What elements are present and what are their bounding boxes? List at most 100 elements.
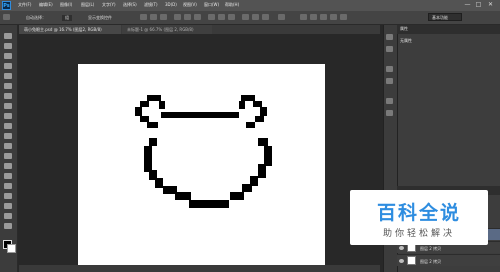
- auto-select-dropdown[interactable]: 组: [62, 15, 72, 21]
- layer-name: 图层 2 拷贝: [420, 246, 442, 251]
- menu-3d[interactable]: 3D(D): [165, 2, 177, 7]
- brush-tool-icon[interactable]: [4, 103, 12, 109]
- align-top-icon[interactable]: [140, 14, 147, 20]
- align-middle-icon[interactable]: [150, 14, 157, 20]
- pixel-stroke: [144, 146, 152, 172]
- pixel-stroke: [246, 122, 255, 128]
- hand-tool-icon[interactable]: [4, 213, 12, 219]
- align-right-icon[interactable]: [194, 14, 201, 20]
- pixel-stroke: [258, 138, 268, 146]
- document-canvas[interactable]: [78, 64, 325, 272]
- show-transform-checkbox[interactable]: 显示变换控件: [88, 15, 112, 21]
- panel-header: [397, 25, 500, 34]
- distribute-right-icon[interactable]: [262, 14, 269, 20]
- distribute-top-icon[interactable]: [208, 14, 215, 20]
- tab-properties[interactable]: 属性: [400, 26, 408, 32]
- pixel-stroke: [230, 192, 244, 200]
- watermark-title: 百科全说: [376, 202, 461, 224]
- menu-image[interactable]: 图像(I): [60, 2, 72, 8]
- options-bar: [0, 11, 500, 25]
- brush-panel-icon[interactable]: [386, 98, 393, 104]
- healing-brush-tool-icon[interactable]: [4, 93, 12, 99]
- pixel-stroke: [149, 138, 157, 146]
- distribute-middle-icon[interactable]: [218, 14, 225, 20]
- type-tool-icon[interactable]: [4, 183, 12, 189]
- pixel-stroke: [239, 101, 245, 109]
- maximize-icon[interactable]: □: [474, 1, 483, 9]
- pixel-stroke: [175, 192, 191, 200]
- auto-align-icon[interactable]: [278, 14, 285, 20]
- blur-tool-icon[interactable]: [4, 153, 12, 159]
- tab-document-1[interactable]: 萌小兔眼主.psd @ 16.7% (图层2, RGB/8): [19, 25, 121, 34]
- pixel-stroke: [161, 112, 239, 118]
- 3d-pan-icon[interactable]: [320, 14, 327, 20]
- menu-edit[interactable]: 编辑(E): [39, 2, 53, 8]
- watermark-subtitle: 助你轻松解决: [382, 229, 455, 239]
- marquee-tool-icon[interactable]: [4, 43, 12, 49]
- menu-type[interactable]: 文字(Y): [102, 2, 116, 8]
- path-select-tool-icon[interactable]: [4, 193, 12, 199]
- menu-window[interactable]: 窗口(W): [204, 2, 219, 8]
- auto-select-label[interactable]: 自动选择：: [26, 15, 46, 21]
- pixel-stroke: [159, 101, 165, 109]
- pixel-stroke: [242, 184, 252, 192]
- photoshop-logo: Ps: [2, 1, 11, 10]
- eye-icon[interactable]: [399, 259, 404, 263]
- workspace-dropdown[interactable]: 基本功能: [428, 13, 462, 21]
- menu-filter[interactable]: 滤镜(T): [144, 2, 158, 8]
- pixel-stroke: [189, 200, 229, 208]
- minimize-icon[interactable]: —: [463, 1, 472, 9]
- swatches-panel-icon[interactable]: [386, 110, 393, 116]
- layer-row[interactable]: 图层 2 拷贝: [397, 254, 500, 266]
- distribute-hcenter-icon[interactable]: [252, 14, 259, 20]
- pixel-stroke: [155, 178, 163, 188]
- background-color-swatch[interactable]: [7, 244, 16, 253]
- distribute-bottom-icon[interactable]: [228, 14, 235, 20]
- menu-select[interactable]: 选择(S): [123, 2, 137, 8]
- clone-stamp-tool-icon[interactable]: [4, 113, 12, 119]
- layer-name: 图层 2 拷贝: [420, 259, 442, 264]
- eyedropper-tool-icon[interactable]: [4, 83, 12, 89]
- zoom-tool-icon[interactable]: [4, 223, 12, 229]
- pixel-stroke: [258, 164, 266, 178]
- 3d-mode-icon[interactable]: [300, 14, 307, 20]
- properties-title: 无属性: [400, 38, 412, 43]
- pixel-stroke: [135, 107, 142, 116]
- align-left-icon[interactable]: [174, 14, 181, 20]
- distribute-left-icon[interactable]: [242, 14, 249, 20]
- quick-select-tool-icon[interactable]: [4, 63, 12, 69]
- menu-help[interactable]: 帮助(H): [225, 2, 239, 8]
- paragraph-panel-icon[interactable]: [386, 78, 393, 84]
- pixel-stroke: [260, 107, 267, 116]
- pixel-stroke: [255, 116, 264, 122]
- crop-tool-icon[interactable]: [4, 73, 12, 79]
- shape-tool-icon[interactable]: [4, 203, 12, 209]
- eraser-tool-icon[interactable]: [4, 133, 12, 139]
- layer-thumbnail: [407, 256, 416, 265]
- history-panel-icon[interactable]: [386, 34, 393, 40]
- gradient-tool-icon[interactable]: [4, 143, 12, 149]
- pixel-stroke: [147, 122, 158, 128]
- move-tool-icon[interactable]: [3, 14, 10, 20]
- 3d-rotate-icon[interactable]: [310, 14, 317, 20]
- align-center-icon[interactable]: [184, 14, 191, 20]
- pen-tool-icon[interactable]: [4, 173, 12, 179]
- tab-document-2[interactable]: 未标题-1 @ 66.7% (图层 2, RGB/8): [122, 25, 212, 34]
- history-brush-tool-icon[interactable]: [4, 123, 12, 129]
- status-bar: [19, 265, 380, 272]
- pixel-stroke: [264, 146, 272, 166]
- properties-panel-icon[interactable]: [386, 46, 393, 52]
- character-panel-icon[interactable]: [386, 66, 393, 72]
- align-bottom-icon[interactable]: [160, 14, 167, 20]
- menu-view[interactable]: 视图(V): [183, 2, 197, 8]
- 3d-slide-icon[interactable]: [330, 14, 337, 20]
- menu-file[interactable]: 文件(F): [18, 2, 31, 8]
- lasso-tool-icon[interactable]: [4, 53, 12, 59]
- eye-icon[interactable]: [399, 246, 404, 250]
- dodge-tool-icon[interactable]: [4, 163, 12, 169]
- move-tool-icon[interactable]: [4, 33, 12, 39]
- close-icon[interactable]: ✕: [486, 1, 495, 9]
- menu-bar: [0, 0, 500, 11]
- menu-layer[interactable]: 图层(L): [81, 2, 94, 8]
- 3d-scale-icon[interactable]: [340, 14, 347, 20]
